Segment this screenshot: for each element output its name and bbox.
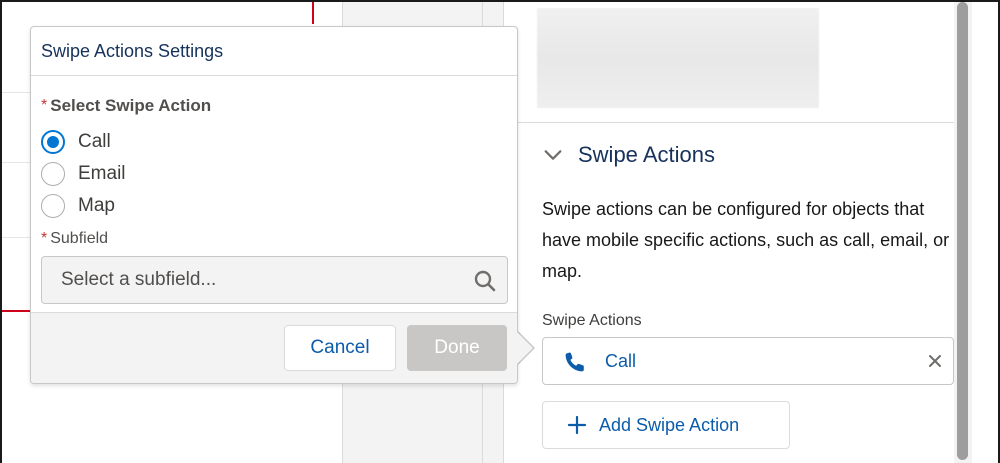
section-description: Swipe actions can be configured for obje…	[542, 199, 950, 281]
radio-label-call[interactable]: Call	[78, 131, 111, 153]
done-button[interactable]: Done	[407, 325, 507, 371]
required-marker: *	[41, 230, 48, 247]
swipe-actions-section-toggle[interactable]: Swipe Actions	[542, 142, 715, 168]
cancel-button[interactable]: Cancel	[284, 325, 396, 371]
swipe-action-item[interactable]: Call	[542, 337, 954, 385]
popover-title: Swipe Actions Settings	[41, 41, 224, 61]
swipe-actions-settings-popover: Swipe Actions Settings * Select Swipe Ac…	[30, 26, 518, 384]
radio-button-email[interactable]	[41, 162, 65, 186]
section-title: Swipe Actions	[578, 142, 715, 167]
canvas-selection-outline	[312, 2, 314, 24]
swipe-action-item-label[interactable]: Call	[605, 351, 636, 372]
subfield-label: * Subfield	[41, 230, 507, 248]
select-swipe-action-label: * Select Swipe Action	[41, 96, 507, 116]
panel-scrollbar-thumb[interactable]	[957, 2, 968, 460]
popover-footer: Cancel Done	[31, 312, 517, 383]
popover-pointer	[514, 329, 533, 367]
swipe-actions-field-label: Swipe Actions	[542, 312, 642, 329]
radio-button-map[interactable]	[41, 194, 65, 218]
radio-option-call[interactable]: Call	[41, 126, 507, 158]
chevron-down-icon	[544, 150, 562, 160]
radio-button-call[interactable]	[41, 130, 65, 154]
property-panel: Swipe Actions Swipe actions can be confi…	[504, 2, 954, 463]
window-edge	[972, 2, 998, 463]
section-divider	[516, 122, 954, 123]
phone-icon	[565, 352, 584, 372]
radio-label-map[interactable]: Map	[78, 195, 115, 217]
popover-header: Swipe Actions Settings	[31, 27, 517, 76]
popover-body: * Select Swipe Action Call Email Map * S…	[31, 76, 517, 314]
blurred-content	[537, 8, 819, 108]
select-swipe-action-text: Select Swipe Action	[50, 96, 212, 115]
add-swipe-action-button[interactable]: Add Swipe Action	[542, 401, 790, 449]
subfield-search-input[interactable]	[42, 257, 507, 303]
swipe-action-radio-group: Call Email Map	[41, 126, 507, 222]
add-swipe-action-label: Add Swipe Action	[599, 414, 740, 435]
search-icon	[474, 270, 496, 292]
radio-option-email[interactable]: Email	[41, 158, 507, 190]
subfield-label-text: Subfield	[50, 230, 109, 247]
radio-option-map[interactable]: Map	[41, 190, 507, 222]
close-icon[interactable]	[925, 351, 945, 371]
plus-icon	[567, 415, 587, 435]
subfield-combobox[interactable]	[41, 256, 508, 304]
radio-label-email[interactable]: Email	[78, 163, 126, 185]
required-marker: *	[41, 97, 48, 114]
